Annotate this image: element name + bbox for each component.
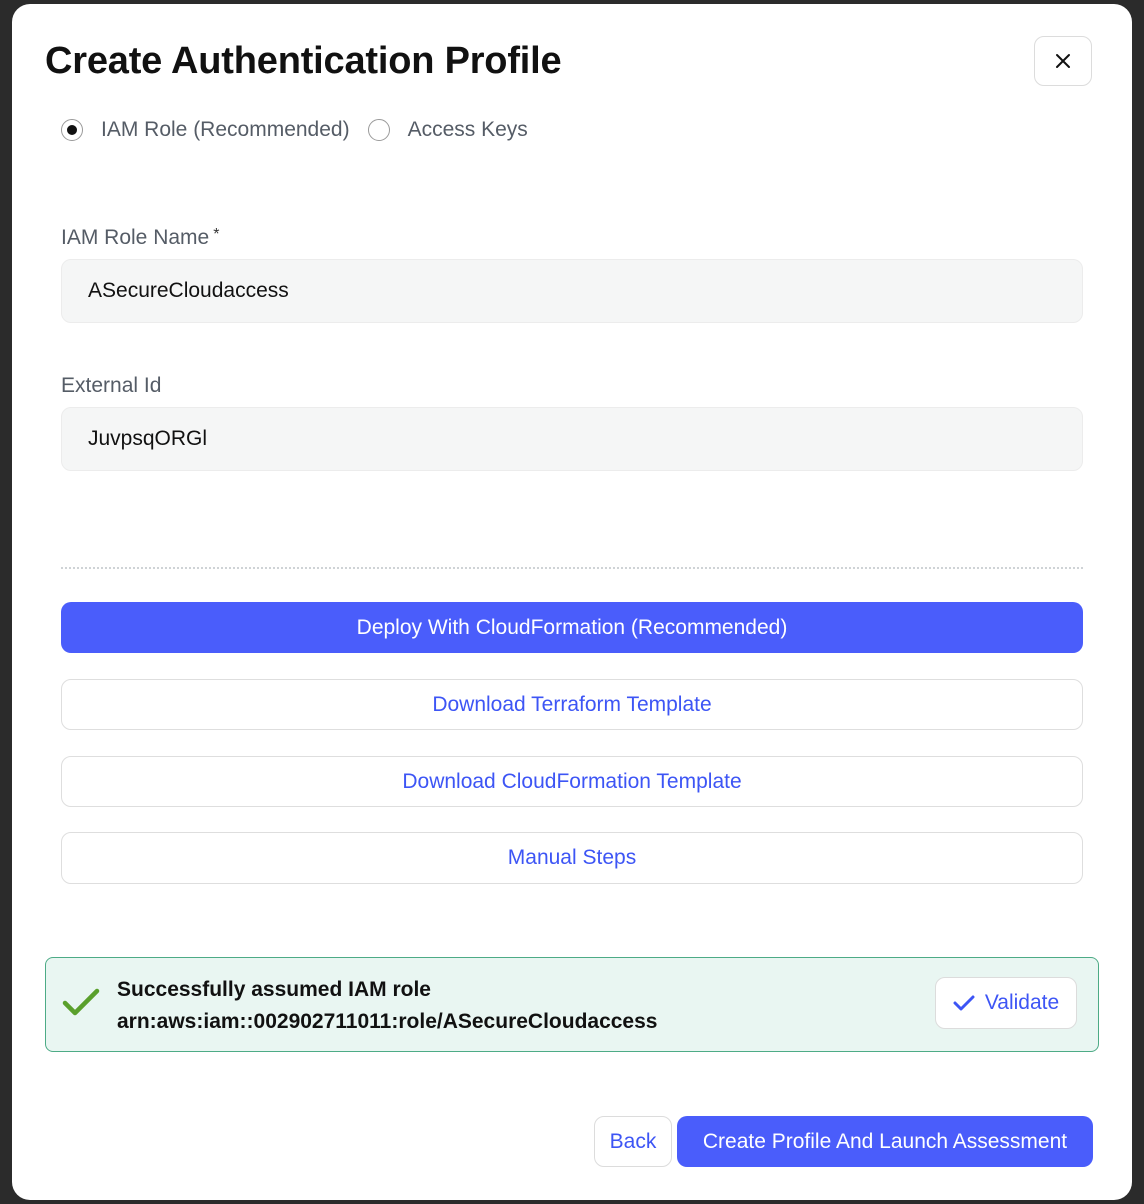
create-auth-profile-modal: Create Authentication Profile IAM Role (… xyxy=(12,4,1132,1200)
success-message: Successfully assumed IAM role arn:aws:ia… xyxy=(117,974,657,1038)
external-id-input[interactable] xyxy=(61,407,1083,471)
radio-iam-role[interactable]: IAM Role (Recommended) xyxy=(61,118,350,142)
download-cloudformation-button[interactable]: Download CloudFormation Template xyxy=(61,756,1083,807)
check-icon xyxy=(953,995,975,1011)
radio-access-keys[interactable]: Access Keys xyxy=(367,118,528,142)
download-terraform-button[interactable]: Download Terraform Template xyxy=(61,679,1083,730)
radio-button-unchecked[interactable] xyxy=(367,119,390,141)
radio-label-iam-role: IAM Role (Recommended) xyxy=(101,118,350,141)
role-arn-text: arn:aws:iam::002902711011:role/ASecureCl… xyxy=(117,1010,658,1033)
external-id-label: External Id xyxy=(61,374,162,397)
background-page-edge xyxy=(1134,0,1144,1204)
success-alert: Successfully assumed IAM role arn:aws:ia… xyxy=(45,957,1099,1052)
modal-title: Create Authentication Profile xyxy=(45,40,562,82)
validate-label: Validate xyxy=(984,991,1060,1014)
required-marker: * xyxy=(213,226,220,243)
close-button[interactable] xyxy=(1034,36,1092,86)
create-profile-launch-button[interactable]: Create Profile And Launch Assessment xyxy=(677,1116,1093,1167)
close-icon xyxy=(1056,54,1070,68)
success-message-title: Successfully assumed IAM role xyxy=(117,978,431,1001)
radio-label-access-keys: Access Keys xyxy=(407,118,528,141)
section-divider xyxy=(61,567,1083,569)
back-button[interactable]: Back xyxy=(594,1116,672,1167)
manual-steps-button[interactable]: Manual Steps xyxy=(61,832,1083,884)
role-name-input[interactable] xyxy=(61,259,1083,323)
deploy-cloudformation-button[interactable]: Deploy With CloudFormation (Recommended) xyxy=(61,602,1083,653)
validate-button[interactable]: Validate xyxy=(935,977,1077,1029)
radio-dot xyxy=(67,125,77,135)
role-name-label: IAM Role Name * xyxy=(61,226,219,250)
auth-method-radio-group: IAM Role (Recommended) Access Keys xyxy=(61,116,546,144)
radio-button-checked[interactable] xyxy=(61,119,83,141)
role-name-label-text: IAM Role Name xyxy=(61,226,210,249)
checkmark-icon xyxy=(62,988,100,1016)
